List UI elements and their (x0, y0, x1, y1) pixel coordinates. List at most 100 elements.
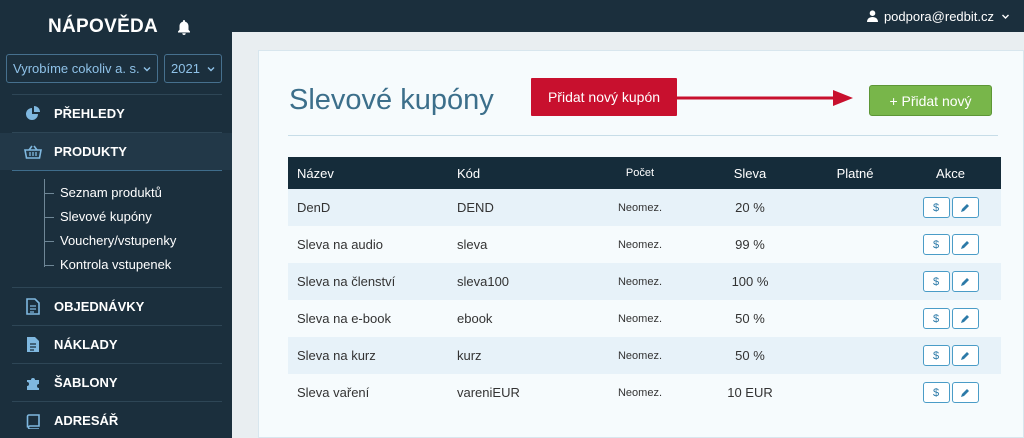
document-icon (24, 336, 42, 354)
cell-discount: 50 % (735, 348, 765, 363)
pie-chart-icon (24, 105, 42, 123)
brand-title[interactable]: NÁPOVĚDA (48, 16, 158, 38)
edit-button[interactable] (951, 345, 979, 366)
money-button[interactable]: $ (922, 345, 950, 366)
sidebar-item-produkty[interactable]: PRODUKTY (0, 133, 232, 170)
cell-actions: $ (900, 263, 1001, 300)
column-header-count[interactable]: Počet (590, 157, 690, 189)
chevron-down-icon (143, 66, 151, 71)
cell-count: Neomez. (617, 312, 663, 325)
cell-count: Neomez. (617, 349, 663, 362)
pencil-icon (961, 351, 969, 360)
column-header-code[interactable]: Kód (448, 157, 590, 189)
edit-button[interactable] (951, 271, 979, 292)
year-select[interactable]: 2021 (164, 54, 222, 83)
cell-count: Neomez. (617, 386, 663, 399)
edit-button[interactable] (951, 382, 979, 403)
money-button[interactable]: $ (922, 234, 950, 255)
money-button[interactable]: $ (922, 308, 950, 329)
products-submenu: Seznam produktů Slevové kupóny Vouchery/… (0, 171, 232, 283)
submenu-item-kontrola-vstupenek[interactable]: Kontrola vstupenek (44, 253, 232, 277)
sidebar-item-label: ADRESÁŘ (54, 413, 119, 428)
cell-code: sleva100 (457, 274, 510, 289)
arrow-right-icon (677, 90, 853, 106)
edit-button[interactable] (951, 234, 979, 255)
sidebar-item-label: ŠABLONY (54, 375, 118, 390)
chevron-down-icon (207, 66, 215, 71)
sidebar: NÁPOVĚDA Vyrobíme cokoliv a. s. 2021 PŘE… (0, 0, 232, 438)
sidebar-item-sablony[interactable]: ŠABLONY (0, 364, 232, 401)
cell-code: kurz (457, 348, 482, 363)
cell-valid (810, 337, 900, 374)
submenu-item-slevove-kupony[interactable]: Slevové kupóny (44, 205, 232, 229)
cell-name: Sleva na e-book (297, 311, 391, 326)
money-button[interactable]: $ (922, 197, 950, 218)
sidebar-item-prehledy[interactable]: PŘEHLEDY (0, 95, 232, 132)
cell-actions: $ (900, 189, 1001, 226)
edit-button[interactable] (951, 308, 979, 329)
pencil-icon (961, 314, 969, 323)
cell-discount: 20 % (735, 200, 765, 215)
column-header-actions: Akce (936, 165, 965, 181)
table-row: Sleva na členství sleva100 Neomez. 100 %… (288, 263, 1001, 300)
pencil-icon (961, 240, 969, 249)
cell-actions: $ (900, 300, 1001, 337)
cell-count: Neomez. (617, 238, 663, 251)
sidebar-item-naklady[interactable]: NÁKLADY (0, 326, 232, 363)
document-icon (24, 298, 42, 316)
cell-name: Sleva na členství (297, 274, 396, 289)
coupons-table: Název Kód Počet Sleva Platné Akce DenD D… (288, 157, 1001, 411)
user-email: podpora@redbit.cz (883, 8, 994, 24)
sidebar-item-label: NÁKLADY (54, 337, 118, 352)
user-icon (866, 10, 878, 22)
pencil-icon (961, 388, 969, 397)
book-icon (24, 412, 42, 430)
brand: NÁPOVĚDA (0, 0, 232, 54)
title-divider (288, 135, 998, 136)
edit-button[interactable] (951, 197, 979, 218)
bell-icon[interactable] (176, 19, 192, 36)
cell-code: ebook (457, 311, 493, 326)
money-button[interactable]: $ (922, 382, 950, 403)
table-row: Sleva vaření vareniEUR Neomez. 10 EUR $ (288, 374, 1001, 411)
cell-discount: 99 % (735, 237, 765, 252)
pencil-icon (961, 203, 969, 212)
cell-name: Sleva na kurz (297, 348, 376, 363)
cell-actions: $ (900, 226, 1001, 263)
cell-code: vareniEUR (457, 385, 520, 400)
cell-code: sleva (457, 237, 488, 252)
callout-label: Přidat nový kupón (531, 78, 677, 116)
table-row: Sleva na audio sleva Neomez. 99 % $ (288, 226, 1001, 263)
pencil-icon (961, 277, 969, 286)
submenu-item-vouchery[interactable]: Vouchery/vstupenky (44, 229, 232, 253)
cell-discount: 100 % (731, 274, 769, 289)
cell-valid (810, 374, 900, 411)
cell-count: Neomez. (617, 275, 663, 288)
cell-name: DenD (297, 200, 331, 215)
puzzle-icon (24, 374, 42, 392)
cell-valid (810, 226, 900, 263)
submenu-item-seznam-produktu[interactable]: Seznam produktů (44, 181, 232, 205)
money-button[interactable]: $ (922, 271, 950, 292)
column-header-valid[interactable]: Platné (810, 157, 900, 189)
cell-code: DEND (457, 200, 494, 215)
company-select[interactable]: Vyrobíme cokoliv a. s. (6, 54, 158, 83)
cell-name: Sleva na audio (297, 237, 384, 252)
cell-discount: 10 EUR (727, 385, 773, 400)
table-row: Sleva na e-book ebook Neomez. 50 % $ (288, 300, 1001, 337)
column-header-name[interactable]: Název (288, 157, 448, 189)
sidebar-item-label: PRODUKTY (54, 144, 127, 159)
cell-valid (810, 189, 900, 226)
user-menu[interactable]: podpora@redbit.cz (866, 8, 1010, 24)
main-panel: Slevové kupóny Přidat nový kupón + Přida… (258, 50, 1024, 438)
column-header-discount[interactable]: Sleva (690, 157, 810, 189)
topbar: podpora@redbit.cz (232, 0, 1024, 32)
cell-valid (810, 300, 900, 337)
table-row: DenD DEND Neomez. 20 % $ (288, 189, 1001, 226)
basket-icon (24, 143, 42, 161)
add-new-button[interactable]: + Přidat nový (869, 85, 992, 116)
cell-name: Sleva vaření (297, 385, 370, 400)
cell-discount: 50 % (735, 311, 765, 326)
sidebar-item-adresar[interactable]: ADRESÁŘ (0, 402, 232, 438)
sidebar-item-objednavky[interactable]: OBJEDNÁVKY (0, 288, 232, 325)
